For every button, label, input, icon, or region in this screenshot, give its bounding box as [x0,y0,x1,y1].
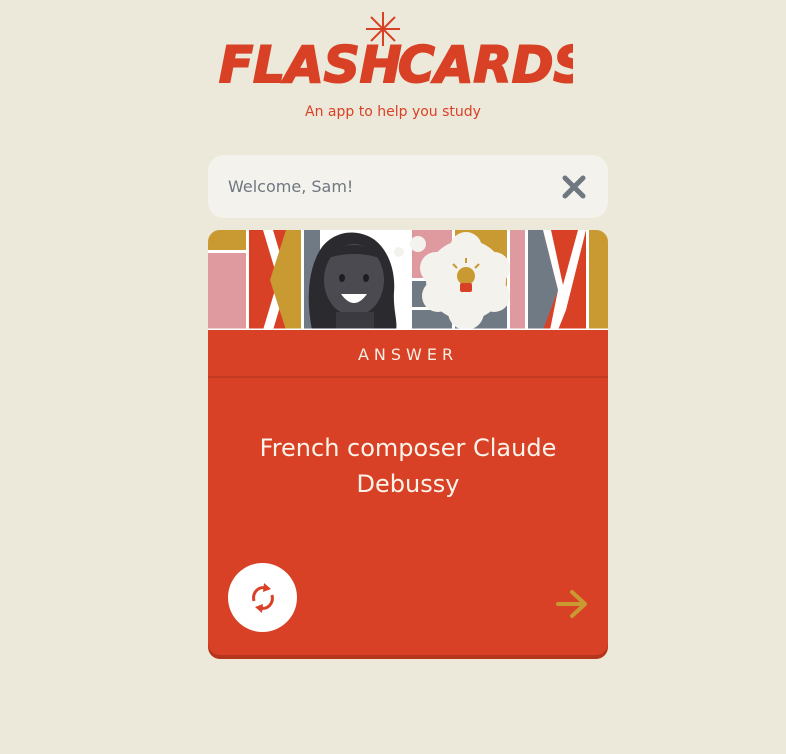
welcome-bar: Welcome, Sam! [208,155,608,218]
app-subtitle: An app to help you study [305,104,481,120]
flip-card-button[interactable] [228,563,297,632]
close-button[interactable] [560,173,588,201]
close-icon [562,175,586,198]
welcome-message: Welcome, Sam! [228,177,354,196]
flash-card: ANSWER French composer Claude Debussy [208,230,608,655]
arrow-right-icon [556,590,587,618]
logo-word-cards: CARDS [398,36,573,90]
card-side-label: ANSWER [208,332,608,378]
card-content: French composer Claude Debussy [259,434,557,498]
flip-icon [251,582,274,613]
sparkle-icon [366,12,400,46]
app-logo: FLASH CARDS [0,10,786,90]
flash-cards-logo: FLASH CARDS [218,12,573,90]
card-banner-illustration [208,230,608,330]
next-card-button[interactable] [554,586,590,622]
logo-word-flash: FLASH [219,36,402,90]
